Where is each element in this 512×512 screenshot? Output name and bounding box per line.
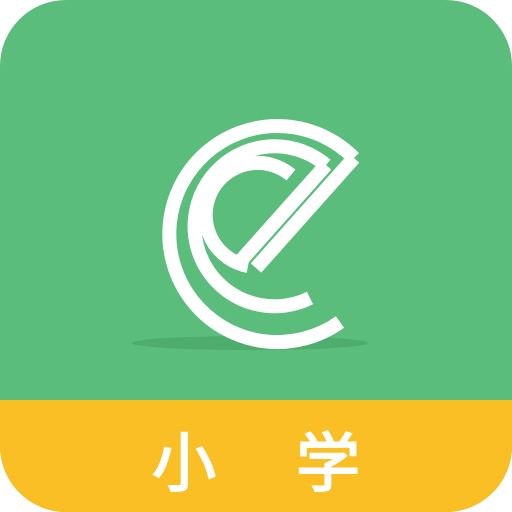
logo-diagonal-inner xyxy=(230,160,332,271)
level-banner: 小学 xyxy=(0,400,512,512)
level-label: 小学 xyxy=(152,428,440,502)
app-icon[interactable]: 小学 xyxy=(0,0,512,512)
letter-e-logo-icon xyxy=(132,119,368,350)
logo-area xyxy=(0,0,512,400)
logo-inner-arc xyxy=(187,139,331,314)
logo-diagonal-outer xyxy=(250,153,360,273)
